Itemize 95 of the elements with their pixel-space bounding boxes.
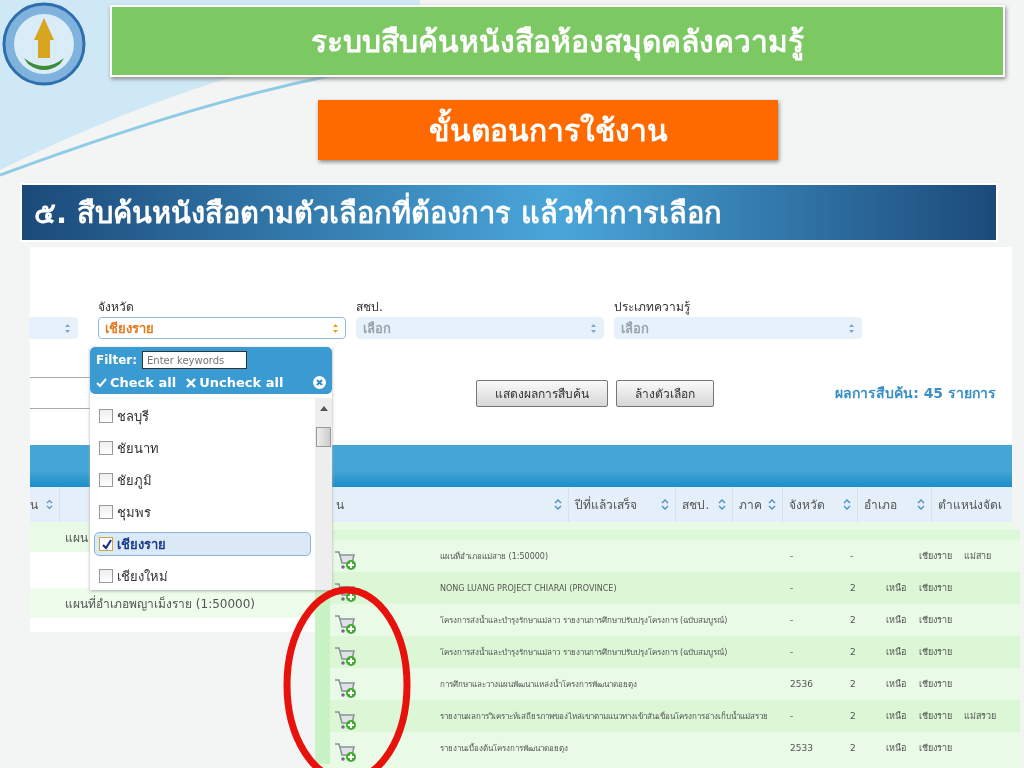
title-banner: ระบบสืบค้นหนังสือห้องสมุดคลังความรู้ [110,5,1005,77]
table-cell: แม่สรวย [964,711,996,721]
table-cell: 2 [850,711,856,721]
scrollbar[interactable] [315,398,332,590]
book-title[interactable]: โครงการส่งน้ำและบำรุงรักษาแม่ลาว รายงานการศึกษาปรับปรุงโครงการ (ฉบับสมบูรณ์) [440,615,728,625]
select-arrow-icon[interactable] [64,322,71,334]
cross-icon [186,377,197,388]
filter-label: จังหวัด [98,299,135,314]
table-cell: เหนือ [886,679,906,689]
table-cell: เหนือ [886,711,906,721]
filter-label: Filter: [96,353,137,367]
filter-label: สชป. [356,299,384,314]
table-cell: เชียงราย [919,711,952,721]
cart-add-icon[interactable] [333,548,357,572]
column-header[interactable]: สชป. [682,495,710,514]
sort-icon[interactable] [661,498,670,511]
book-title[interactable]: การศึกษาและวางแผนพัฒนาแหล่งน้ำโครงการพัฒนาดอยตุง [440,679,637,689]
book-title[interactable]: รายงานเบื้องต้นโครงการพัฒนาดอยตุง [440,743,568,753]
checkbox[interactable] [99,441,113,455]
sort-icon[interactable] [46,498,53,511]
select-arrow-icon[interactable] [332,322,339,334]
filter-input[interactable]: Enter keywords [142,351,247,369]
table-cell: 2 [850,615,856,625]
step-banner: ๕. สืบค้นหนังสือตามตัวเลือกที่ต้องการ แล้วทำการเลือก [20,183,998,242]
filter-label: ประเภทความรู้ [614,299,691,314]
table-cell: เหนือ [886,647,906,657]
table-cell: - [790,711,794,721]
column-header[interactable]: ภาค [739,495,763,514]
table-cell: เชียงราย [919,679,952,689]
table-cell: เชียงราย [919,583,952,593]
dropdown-option[interactable]: เชียงราย [94,532,311,556]
table-cell: เหนือ [886,583,906,593]
table-cell: - [790,647,794,657]
book-title[interactable]: แผนที่อำเภอแม่สาย (1:50000) [440,551,549,561]
checkbox[interactable] [99,473,113,487]
table-cell-text: แผน [65,529,88,547]
sort-icon[interactable] [718,498,727,511]
sort-icon[interactable] [917,498,926,511]
table-cell-text: แผนที่อำเภอพญาเม็งราย (1:50000) [65,594,256,613]
sort-icon[interactable] [842,498,851,511]
dropdown-option[interactable]: ชลบุรี [94,404,311,428]
book-title[interactable]: โครงการส่งน้ำและบำรุงรักษาแม่ลาว รายงานการศึกษาปรับปรุงโครงการ (ฉบับสมบูรณ์) [440,647,728,657]
book-title[interactable]: รายงานผลการวิเคราะห์เสถียรภาพของไหล่เขาตามแนวทางเข้าสันเขื่อนโครงการอ่างเก็บน้ำแม่สรวย [440,711,768,721]
table-cell: - [850,551,854,561]
dropdown-option[interactable]: ชัยนาท [94,436,311,460]
book-title[interactable]: NONG LUANG PROJECT CHIARAI (PROVINCE) [440,583,617,593]
checkbox[interactable] [99,537,113,551]
select-field[interactable] [30,317,78,339]
column-header[interactable]: อำเภอ [863,495,897,514]
sort-icon[interactable] [553,498,562,511]
search-button[interactable]: แสดงผลการสืบค้น [476,379,608,407]
checkbox[interactable] [99,569,113,583]
table-cell: 2536 [790,679,813,689]
table-cell: 2533 [790,743,813,753]
close-icon[interactable] [313,376,326,389]
table-cell: - [790,551,794,561]
table-cell: - [790,583,794,593]
cart-add-icon[interactable] [333,740,357,764]
table-cell: 2 [850,583,856,593]
table-cell: เชียงราย [919,615,952,625]
dropdown-option[interactable]: เชียงใหม่ [94,564,311,588]
table-cell: 2 [850,743,856,753]
cart-add-icon[interactable] [333,612,357,636]
scroll-thumb[interactable] [316,427,331,447]
select-arrow-icon[interactable] [848,322,855,334]
cart-add-icon[interactable] [333,580,357,604]
dropdown-option[interactable]: ชุมพร [94,500,311,524]
check-icon [96,377,107,388]
column-header[interactable]: ตำแหน่งจัดเ [938,495,1003,514]
table-cell: เหนือ [886,743,906,753]
cart-add-icon[interactable] [333,708,357,732]
scroll-up-icon[interactable] [319,406,328,411]
table-cell: 2 [850,679,856,689]
table-cell: - [790,615,794,625]
cart-add-icon[interactable] [333,644,357,668]
subtitle-banner: ขั้นตอนการใช้งาน [318,100,778,160]
select-arrow-icon[interactable] [590,322,597,334]
column-header[interactable]: ปีที่แล้วเสร็จ [574,495,637,514]
dropdown-option[interactable]: ชัยภูมิ [94,468,311,492]
checkbox[interactable] [99,409,113,423]
check-icon [100,538,112,550]
checkbox[interactable] [99,505,113,519]
table-cell: เชียงราย [919,743,952,753]
result-count: ผลการสืบค้น: 45 รายการ [835,384,996,403]
sort-icon[interactable] [767,498,776,511]
column-header[interactable]: น [30,495,38,514]
column-header[interactable]: จังหวัด [788,495,825,514]
clear-button[interactable]: ล้างตัวเลือก [616,379,714,407]
cart-add-icon[interactable] [333,676,357,700]
table-cell: เชียงราย [919,551,952,561]
table-cell: เหนือ [886,615,906,625]
table-cell: แม่สาย [964,551,991,561]
table-cell: 2 [850,647,856,657]
column-header[interactable]: น [336,495,344,514]
table-cell: เชียงราย [919,647,952,657]
